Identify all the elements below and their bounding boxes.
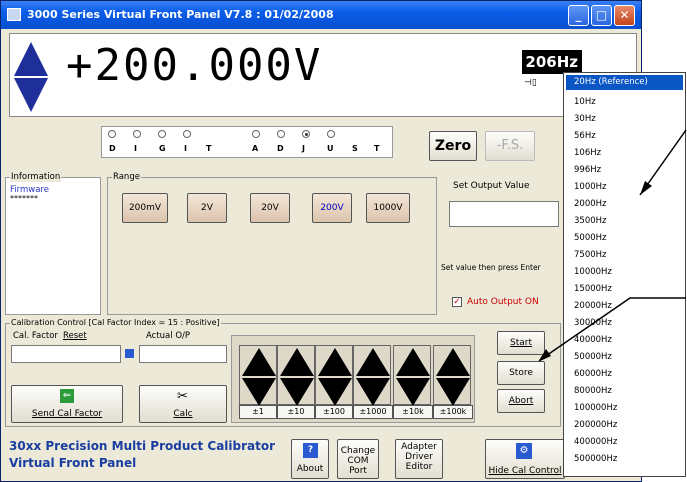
annotation-arrows [538, 129, 687, 362]
annotation-arrow-line [539, 297, 686, 361]
annotation-arrowhead [538, 349, 551, 362]
annotation-arrowhead [640, 181, 652, 195]
